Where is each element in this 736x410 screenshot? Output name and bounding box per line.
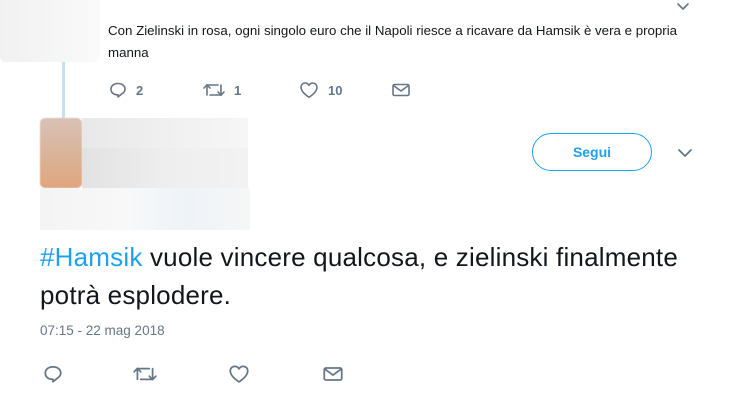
retweet-action[interactable]: 1 — [202, 80, 241, 100]
like-icon — [229, 365, 249, 383]
direct-message-action[interactable] — [390, 80, 412, 100]
direct-message-icon — [323, 367, 343, 381]
retweet-icon — [133, 367, 157, 381]
like-action[interactable]: 10 — [298, 80, 342, 100]
direct-message-icon — [392, 83, 410, 97]
user-display-name[interactable] — [82, 118, 248, 148]
chevron-down-icon[interactable] — [676, 2, 690, 12]
reply-icon — [44, 365, 62, 383]
hashtag-link[interactable]: #Hamsik — [40, 242, 143, 272]
reply-tweet-text: Con Zielinski in rosa, ogni singolo euro… — [108, 23, 678, 60]
reply-icon — [110, 82, 126, 98]
chevron-down-icon[interactable] — [677, 148, 693, 158]
like-count: 10 — [328, 82, 343, 98]
direct-message-action[interactable] — [321, 363, 345, 385]
thread-connector — [62, 62, 65, 118]
reply-count: 2 — [136, 82, 144, 98]
user-info-blur — [40, 188, 250, 230]
retweet-icon — [203, 84, 225, 96]
retweet-action[interactable] — [132, 363, 158, 385]
like-action[interactable] — [227, 363, 251, 385]
reply-action[interactable]: 2 — [108, 80, 143, 100]
like-icon — [300, 82, 318, 98]
tweet-timestamp[interactable]: 07:15 - 22 mag 2018 — [40, 323, 165, 338]
retweet-count: 1 — [234, 82, 242, 98]
reply-action[interactable] — [42, 363, 64, 385]
avatar[interactable] — [0, 0, 100, 62]
user-handle[interactable] — [82, 148, 248, 188]
tweet-text: #Hamsik vuole vincere qualcosa, e zielin… — [40, 238, 700, 314]
follow-button[interactable]: Segui — [532, 133, 652, 171]
avatar[interactable] — [40, 118, 82, 188]
